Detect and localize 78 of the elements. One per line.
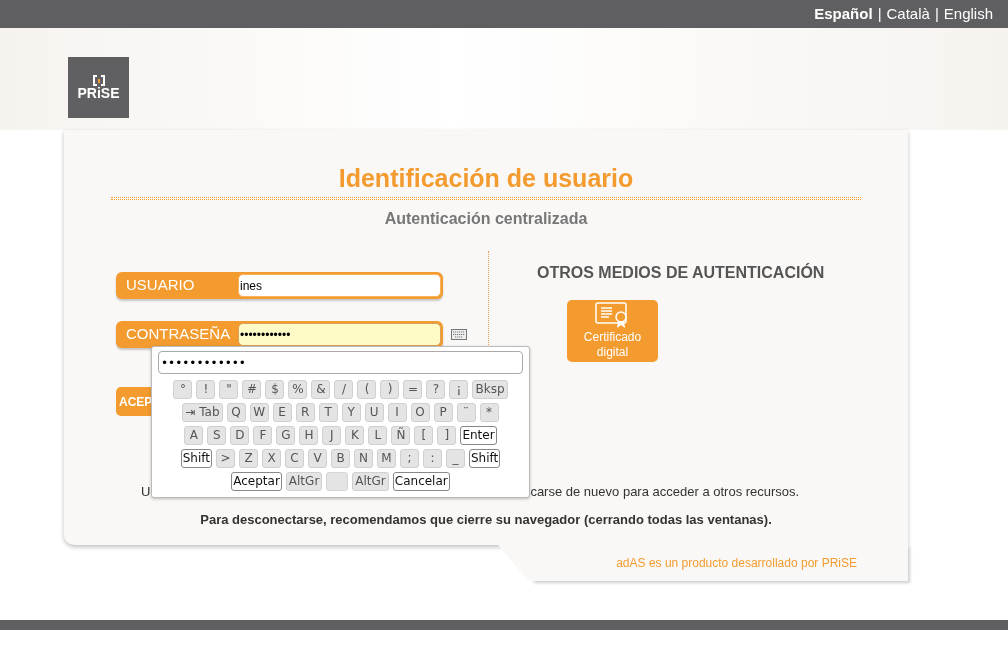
form-field[interactable]: USUARIO ines	[116, 272, 443, 299]
keyboard-key[interactable]: L	[368, 426, 388, 445]
keyboard-key[interactable]: ]	[437, 426, 457, 445]
keyboard-key[interactable]: Q	[226, 403, 246, 422]
logo-text: PRiSE	[77, 85, 120, 101]
keyboard-key[interactable]: ¡	[449, 380, 469, 399]
info-text: carse de nuevo para acceder a otros recursos.	[530, 483, 800, 501]
text-input[interactable]: ••••••••••••	[238, 323, 441, 346]
language-link[interactable]: English	[943, 2, 993, 26]
info-text: Para desconectarse, recomendamos que cierre su navegador (cerrando todas las ventanas).	[200, 510, 772, 529]
separator: |	[934, 3, 939, 24]
keyboard-key[interactable]: W	[249, 403, 269, 422]
keyboard-key[interactable]: AltGr	[285, 472, 323, 491]
keyboard-key[interactable]: #	[242, 380, 262, 399]
bracket-icon	[92, 74, 105, 86]
keyboard-key[interactable]: !	[196, 380, 216, 399]
keyboard-key[interactable]: &	[311, 380, 331, 399]
field-label: CONTRASEÑA	[126, 324, 232, 345]
keyboard-key[interactable]: Shift	[469, 449, 501, 468]
subtitle: Autenticación centralizada	[384, 209, 588, 229]
keyboard-key[interactable]: Cancelar	[392, 472, 450, 491]
keyboard-key[interactable]: N	[354, 449, 373, 468]
keyboard-key[interactable]: B	[331, 449, 350, 468]
page-title: Identificación de usuario	[338, 163, 634, 193]
section-heading: OTROS MEDIOS DE AUTENTICACIÓN	[537, 262, 826, 283]
keyboard-key[interactable]: Z	[239, 449, 258, 468]
keyboard-key[interactable]: ⇥ Tab	[182, 403, 223, 422]
keyboard-key[interactable]: M	[377, 449, 396, 468]
keyboard-key[interactable]: P	[433, 403, 453, 422]
keyboard-input[interactable]: ••••••••••••	[158, 351, 523, 374]
form-field[interactable]: CONTRASEÑA ••••••••••••	[116, 321, 443, 348]
language-link[interactable]: Català	[886, 2, 930, 26]
keyboard-key[interactable]: /	[334, 380, 354, 399]
keyboard-key[interactable]: Enter	[460, 426, 497, 445]
keyboard-key[interactable]: _	[446, 449, 465, 468]
keyboard-key[interactable]: ?	[426, 380, 446, 399]
keyboard-key[interactable]: H	[299, 426, 319, 445]
keyboard-key[interactable]: Shift	[180, 449, 212, 468]
keyboard-key[interactable]: "	[219, 380, 239, 399]
keyboard-key[interactable]: (	[357, 380, 377, 399]
separator: |	[877, 3, 882, 24]
keyboard-key[interactable]: F	[253, 426, 273, 445]
keyboard-key[interactable]: Bksp	[472, 380, 508, 399]
keyboard-key[interactable]: Ñ	[391, 426, 411, 445]
keyboard-key[interactable]: AltGr	[352, 472, 389, 491]
keyboard-key[interactable]: K	[345, 426, 365, 445]
keyboard-key[interactable]: [	[414, 426, 434, 445]
keyboard-key[interactable]: )	[380, 380, 400, 399]
keyboard-key[interactable]: ;	[400, 449, 419, 468]
keyboard-key[interactable]: I	[387, 403, 407, 422]
keyboard-key[interactable]: >	[216, 449, 235, 468]
keyboard-key[interactable]: X	[262, 449, 281, 468]
info-text: U	[141, 483, 151, 501]
keyboard-key[interactable]: E	[272, 403, 292, 422]
keyboard-key[interactable]: ¨	[456, 403, 476, 422]
field-label: USUARIO	[126, 275, 196, 296]
keyboard-key[interactable]: S	[207, 426, 227, 445]
keyboard-key[interactable]: V	[308, 449, 327, 468]
keyboard-key[interactable]: :	[423, 449, 442, 468]
keyboard-key[interactable]: $	[265, 380, 285, 399]
language-link[interactable]: Español	[814, 2, 873, 26]
keyboard-key[interactable]: Y	[341, 403, 361, 422]
keyboard-key[interactable]: R	[295, 403, 315, 422]
keyboard-key[interactable]: %	[288, 380, 308, 399]
keyboard-key[interactable]: °	[173, 380, 193, 399]
text-input[interactable]: ines	[238, 274, 441, 297]
keyboard-key[interactable]: D	[230, 426, 250, 445]
keyboard-key[interactable]: J	[322, 426, 342, 445]
keyboard-key[interactable]: U	[364, 403, 384, 422]
keyboard-icon[interactable]	[451, 329, 467, 340]
keyboard-key[interactable]: Aceptar	[231, 472, 282, 491]
keyboard-key[interactable]: =	[403, 380, 423, 399]
keyboard-key[interactable]: C	[285, 449, 304, 468]
keyboard-key[interactable]: A	[184, 426, 204, 445]
keyboard-key[interactable]: T	[318, 403, 338, 422]
keyboard-key[interactable]: G	[276, 426, 296, 445]
keyboard-key[interactable]: O	[410, 403, 430, 422]
keyboard-key[interactable]: *	[479, 403, 499, 422]
